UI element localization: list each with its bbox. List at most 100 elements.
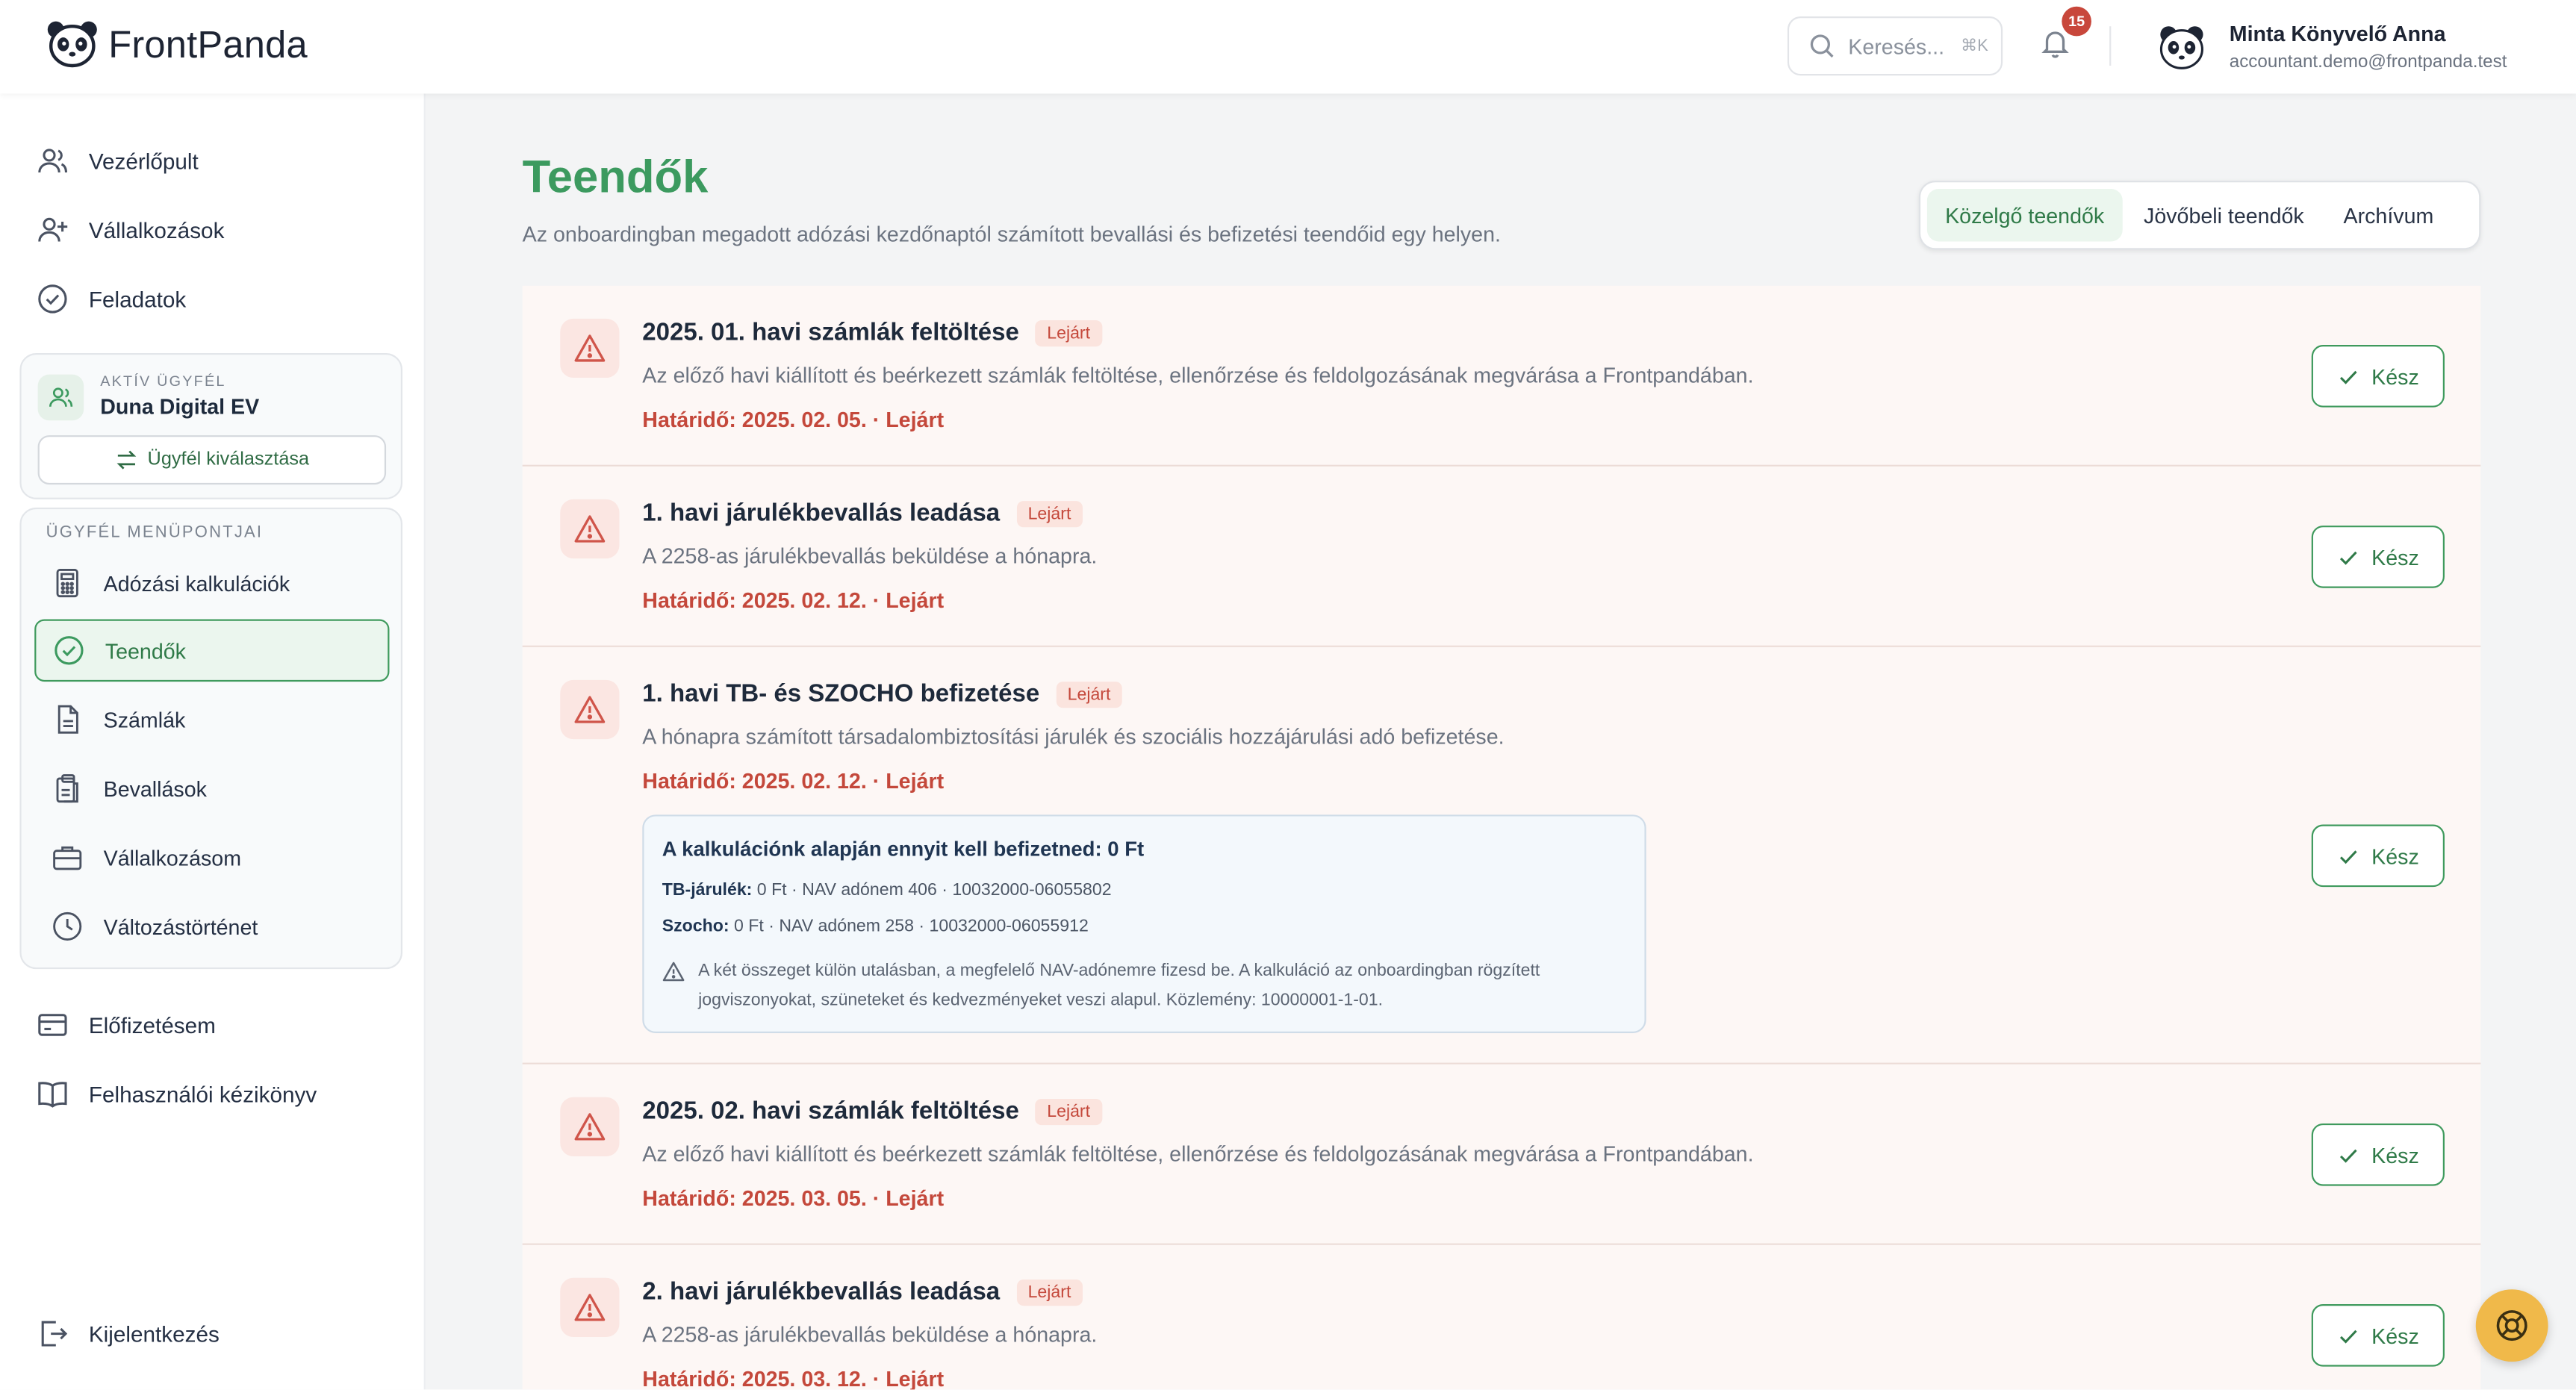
clock-icon	[53, 911, 82, 941]
tb-value: 0 Ft · NAV adónem 406 · 10032000-0605580…	[756, 880, 1112, 900]
task-due: Határidő: 2025. 03. 12. · Lejárt	[642, 1366, 945, 1390]
logout-label: Kijelentkezés	[88, 1321, 220, 1347]
sidebar-item-businesses[interactable]: Vállalkozások	[36, 204, 397, 256]
book-icon	[38, 1082, 67, 1108]
select-client-label: Ügyfél kiválasztása	[147, 449, 310, 470]
panda-logo-icon	[47, 21, 97, 68]
tab-future[interactable]: Jövőbeli teendők	[2126, 189, 2322, 241]
task-card: 1. havi TB- és SZOCHO befizetése Lejárt …	[522, 646, 2481, 1065]
task-title: 2025. 01. havi számlák feltöltése	[642, 318, 1019, 347]
sidebar-item-my-business[interactable]: Vállalkozásom	[34, 826, 389, 889]
task-title-row: 2. havi járulékbevallás leadása Lejárt	[642, 1277, 1083, 1306]
task-title: 2025. 02. havi számlák feltöltése	[642, 1097, 1019, 1126]
search-input[interactable]: Keresés... ⌘K	[1787, 16, 2003, 76]
sidebar-item-user-guide[interactable]: Felhasználói kézikönyv	[36, 1068, 397, 1120]
calculator-icon	[56, 569, 78, 598]
menu-item-label: Változástörténet	[103, 914, 258, 939]
client-menu-label: ÜGYFÉL MENÜPONTJAI	[46, 523, 264, 543]
status-badge: Lejárt	[1016, 499, 1083, 527]
sidebar-item-label: Vállalkozások	[88, 217, 225, 243]
select-client-button[interactable]: Ügyfél kiválasztása	[37, 435, 387, 485]
task-list: 2025. 01. havi számlák feltöltése Lejárt…	[522, 285, 2481, 1390]
done-button[interactable]: Kész	[2311, 345, 2445, 408]
sidebar-item-label: Feladatok	[88, 286, 187, 311]
sidebar: Vezérlőpult Vállalkozások Feladatok AKTÍ…	[0, 93, 426, 1390]
sidebar-item-tax-calculations[interactable]: Adózási kalkulációk	[34, 552, 389, 614]
active-client-card: AKTÍV ÜGYFÉL Duna Digital EV Ügyfél kivá…	[19, 353, 403, 499]
user-name[interactable]: Minta Könyvelő Anna	[2230, 22, 2446, 46]
task-title-row: 2025. 02. havi számlák feltöltése Lejárt	[642, 1097, 1102, 1126]
sidebar-item-label: Vezérlőpult	[88, 149, 199, 174]
top-header: FrontPanda Keresés... ⌘K 15 Minta Könyve…	[0, 0, 2576, 94]
tab-upcoming[interactable]: Közelgő teendők	[1926, 189, 2123, 242]
status-badge: Lejárt	[1035, 319, 1102, 346]
avatar[interactable]	[2157, 23, 2206, 72]
search-shortcut: ⌘K	[1961, 37, 1988, 55]
menu-item-label: Számlák	[103, 707, 186, 732]
szocho-value: 0 Ft · NAV adónem 258 · 10032000-0605591…	[733, 916, 1089, 937]
task-title: 2. havi járulékbevallás leadása	[642, 1277, 1001, 1306]
task-title: 1. havi járulékbevallás leadása	[642, 499, 1001, 528]
sidebar-item-returns[interactable]: Bevallások	[34, 757, 389, 820]
sidebar-item-subscription[interactable]: Előfizetésem	[36, 999, 397, 1051]
page-subtitle: Az onboardingban megadott adózási kezdőn…	[522, 222, 1501, 247]
header-divider	[2109, 26, 2112, 66]
check-circle-icon	[38, 284, 67, 314]
task-due: Határidő: 2025. 02. 12. · Lejárt	[642, 588, 945, 613]
logo[interactable]: FrontPanda	[46, 19, 308, 69]
briefcase-icon	[53, 846, 82, 870]
done-label: Kész	[2371, 364, 2419, 389]
client-label: AKTÍV ÜGYFÉL	[100, 373, 226, 390]
task-card: 2. havi járulékbevallás leadása Lejárt A…	[522, 1244, 2481, 1390]
warning-icon	[560, 679, 620, 740]
logout-button[interactable]: Kijelentkezés	[36, 1307, 220, 1359]
tab-archive[interactable]: Archívum	[2325, 189, 2451, 241]
task-description: A 2258-as járulékbevallás beküldése a hó…	[642, 543, 1098, 569]
menu-item-label: Bevallások	[103, 776, 207, 801]
done-button[interactable]: Kész	[2311, 824, 2445, 888]
sidebar-item-tasks[interactable]: Feladatok	[36, 272, 397, 325]
sidebar-item-dashboard[interactable]: Vezérlőpult	[36, 134, 397, 187]
task-due: Határidő: 2025. 03. 05. · Lejárt	[642, 1185, 945, 1211]
sidebar-item-change-history[interactable]: Változástörténet	[34, 895, 389, 958]
client-menu: ÜGYFÉL MENÜPONTJAI Adózási kalkulációk T…	[19, 507, 403, 970]
document-icon	[57, 705, 78, 734]
payment-calculation-box: A kalkulációnk alapján ennyit kell befiz…	[642, 814, 1646, 1033]
sidebar-item-todos[interactable]: Teendők	[34, 619, 390, 682]
app-root: FrontPanda Keresés... ⌘K 15 Minta Könyve…	[0, 0, 2576, 1390]
sidebar-item-label: Felhasználói kézikönyv	[88, 1081, 317, 1106]
warning-icon	[560, 1097, 620, 1156]
user-plus-icon	[38, 217, 68, 242]
calculation-title: A kalkulációnk alapján ennyit kell befiz…	[662, 838, 1145, 861]
task-description: A 2258-as járulékbevallás beküldése a hó…	[642, 1322, 1098, 1347]
client-name: Duna Digital EV	[100, 394, 260, 420]
client-icon	[37, 374, 84, 421]
calculation-note-text: A két összeget külön utalásban, a megfel…	[698, 961, 1540, 1011]
users-icon	[38, 149, 67, 173]
warning-icon	[662, 962, 685, 982]
help-button[interactable]	[2475, 1289, 2548, 1362]
task-description: Az előző havi kiállított és beérkezett s…	[642, 363, 1754, 388]
done-button[interactable]: Kész	[2311, 1304, 2445, 1367]
done-button[interactable]: Kész	[2311, 526, 2445, 588]
check-icon	[2339, 1148, 2356, 1162]
swap-arrows-icon	[116, 450, 136, 470]
task-card: 2025. 01. havi számlák feltöltése Lejárt…	[522, 285, 2481, 467]
done-label: Kész	[2371, 843, 2419, 868]
sidebar-item-label: Előfizetésem	[88, 1012, 216, 1038]
check-icon	[2339, 550, 2356, 564]
done-label: Kész	[2371, 544, 2419, 570]
sidebar-item-invoices[interactable]: Számlák	[34, 688, 389, 751]
logo-text: FrontPanda	[108, 22, 308, 65]
warning-icon	[560, 318, 620, 378]
check-icon	[2339, 1329, 2356, 1343]
task-title-row: 1. havi TB- és SZOCHO befizetése Lejárt	[642, 680, 1122, 708]
lifebuoy-icon	[2496, 1310, 2527, 1341]
clipboard-icon	[56, 774, 78, 803]
warning-icon	[560, 499, 620, 559]
done-label: Kész	[2371, 1142, 2419, 1168]
status-badge: Lejárt	[1016, 1278, 1083, 1306]
done-button[interactable]: Kész	[2311, 1123, 2445, 1186]
users-icon	[49, 387, 73, 407]
task-title: 1. havi TB- és SZOCHO befizetése	[642, 679, 1040, 708]
